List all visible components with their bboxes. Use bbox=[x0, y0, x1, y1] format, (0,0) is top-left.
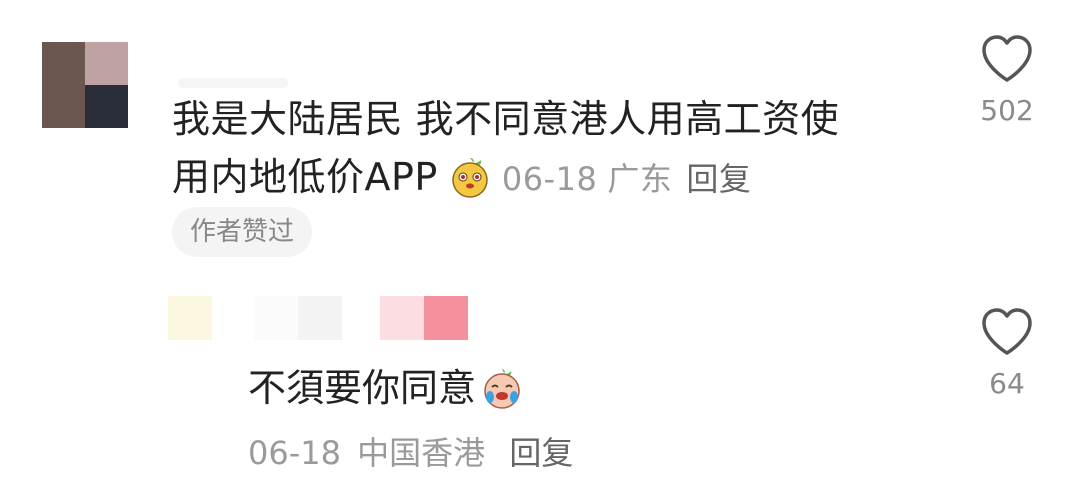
comment-text-line2: 用内地低价APP 06-18 广东 回复 bbox=[172, 148, 912, 208]
reply-text: 不須要你同意 bbox=[248, 366, 477, 410]
reply-location: 中国香港 bbox=[357, 434, 486, 472]
comment-reply-button[interactable]: 回复 bbox=[686, 160, 751, 198]
comment-text-line1: 我是大陆居民 我不同意港人用高工资使 bbox=[172, 97, 840, 141]
comment-like-count: 502 bbox=[980, 94, 1034, 127]
heart-outline-icon bbox=[982, 35, 1032, 82]
author-liked-badge: 作者赞过 bbox=[172, 207, 313, 257]
comment-text-line2-content: 用内地低价APP bbox=[172, 155, 438, 199]
reply-username[interactable] bbox=[168, 296, 468, 340]
comment-location: 广东 bbox=[607, 160, 673, 198]
heart-outline-icon bbox=[982, 308, 1032, 355]
reply-reply-button[interactable]: 回复 bbox=[509, 434, 573, 472]
reply-like-count: 64 bbox=[989, 367, 1025, 400]
comment-avatar[interactable] bbox=[42, 42, 128, 128]
reply-body: 不須要你同意 bbox=[248, 360, 524, 416]
comment-like-button[interactable]: 502 bbox=[967, 34, 1047, 127]
comment-body: 我是大陆居民 我不同意港人用高工资使 用内地低价APP 06-18 广东 回复 bbox=[172, 90, 912, 208]
crying-mascot-emoji bbox=[480, 365, 524, 409]
reply-date: 06-18 bbox=[248, 434, 341, 472]
comment-date: 06-18 bbox=[501, 160, 598, 198]
yellow-mascot-emoji bbox=[448, 154, 492, 198]
reply-like-button[interactable]: 64 bbox=[967, 307, 1047, 400]
reply-meta: 06-18 中国香港 回复 bbox=[248, 428, 573, 478]
comment-username[interactable] bbox=[178, 78, 288, 88]
